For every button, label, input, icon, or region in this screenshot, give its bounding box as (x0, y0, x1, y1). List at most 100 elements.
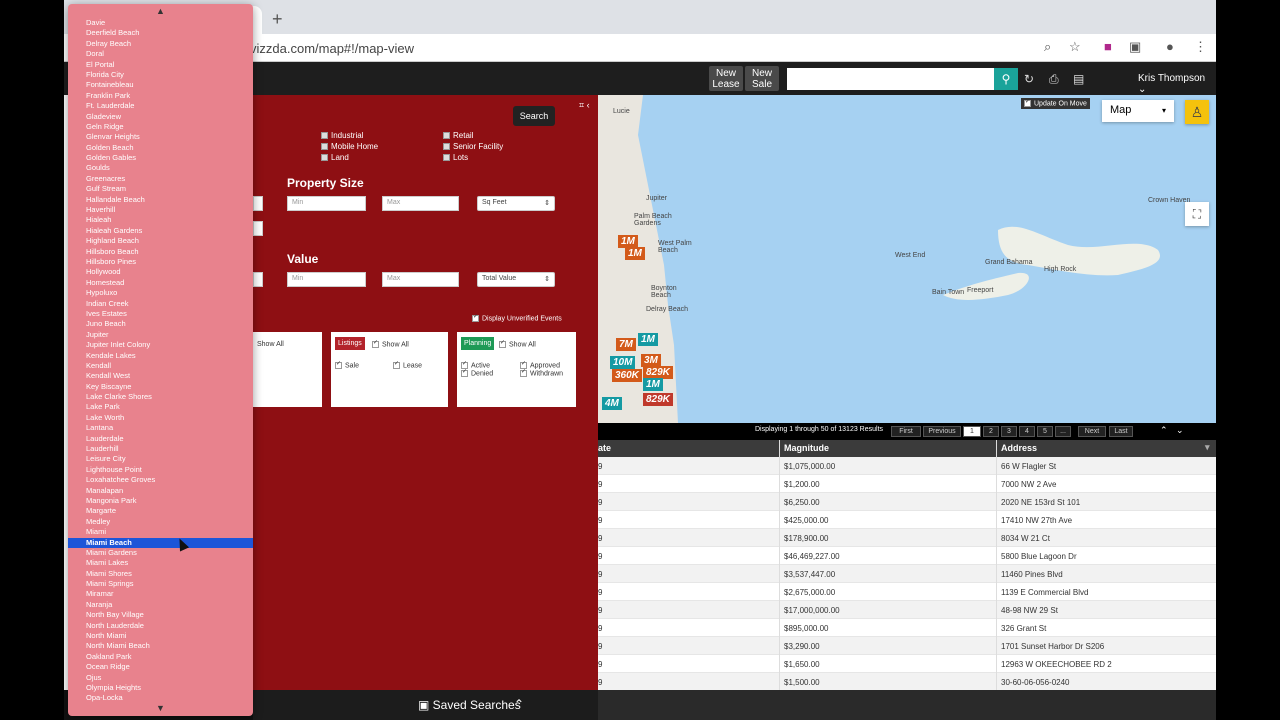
city-option[interactable]: Miami Gardens (68, 548, 253, 558)
city-option[interactable]: Miami Shores (68, 569, 253, 579)
prev-field-stub-2[interactable] (253, 221, 263, 236)
type-retail[interactable]: Retail (443, 131, 473, 140)
city-option[interactable]: Kendall (68, 361, 253, 371)
listings-sale-checkbox[interactable]: Sale (335, 362, 359, 369)
city-option[interactable]: Ojus (68, 673, 253, 683)
city-option[interactable]: Hollywood (68, 267, 253, 277)
map-marker[interactable]: 4M (602, 397, 622, 410)
city-option[interactable]: North Miami Beach (68, 641, 253, 651)
city-option[interactable]: Hypoluxo (68, 288, 253, 298)
city-option[interactable]: Lake Park (68, 402, 253, 412)
planning-withdrawn-checkbox[interactable]: Withdrawn (520, 370, 563, 377)
column-filter-icon[interactable]: ▾ (1205, 442, 1210, 453)
city-option[interactable]: Naranja (68, 600, 253, 610)
print-icon[interactable]: ⎙ (1049, 72, 1059, 87)
city-option[interactable]: Geln Ridge (68, 122, 253, 132)
city-option[interactable]: Indian Creek (68, 299, 253, 309)
map-marker[interactable]: 7M (616, 338, 636, 351)
fullscreen-icon[interactable]: ⛶ (1185, 202, 1209, 226)
city-dropdown-list[interactable]: ▲ Davie Deerfield Beach Delray Beach Doral E… (68, 4, 253, 716)
city-option[interactable]: Lauderdale (68, 434, 253, 444)
type-mobile-home[interactable]: Mobile Home (321, 142, 378, 151)
more-menu-icon[interactable]: ⋮ (1194, 39, 1207, 55)
map-marker[interactable]: 1M (643, 378, 663, 391)
planning-denied-checkbox[interactable]: Denied (461, 370, 493, 377)
page-3[interactable]: 3 (1001, 426, 1017, 437)
table-row[interactable]: 9 $3,537,447.00 11460 Pines Blvd (598, 565, 1216, 583)
extension-icon[interactable]: ■ (1104, 39, 1112, 54)
page-5[interactable]: 5 (1037, 426, 1053, 437)
type-lots[interactable]: Lots (443, 153, 468, 162)
city-option[interactable]: Lake Clarke Shores (68, 392, 253, 402)
city-option[interactable]: El Portal (68, 60, 253, 70)
map-type-select[interactable]: Map ▾ (1102, 100, 1174, 122)
city-option[interactable]: Leisure City (68, 454, 253, 464)
map-marker[interactable]: 10M (610, 356, 636, 369)
page-next[interactable]: Next (1078, 426, 1106, 437)
pocket-icon[interactable]: ▣ (1129, 39, 1141, 55)
map[interactable]: Lucie Jupiter Palm Beach Gardens West Pa… (598, 95, 1216, 423)
search-input[interactable] (787, 68, 995, 90)
page-first[interactable]: First (891, 426, 921, 437)
city-option[interactable]: North Lauderdale (68, 621, 253, 631)
value-type-select[interactable]: Total Value ⇕ (477, 272, 555, 287)
city-option[interactable]: Hillsboro Beach (68, 247, 253, 257)
page-last[interactable]: Last (1109, 426, 1133, 437)
city-option[interactable]: Lighthouse Point (68, 465, 253, 475)
table-row[interactable]: 9 $1,650.00 12963 W OKEECHOBEE RD 2 (598, 655, 1216, 673)
city-option[interactable]: Homestead (68, 278, 253, 288)
url-text[interactable]: vizzda.com/map#!/map-view (250, 41, 414, 56)
city-option[interactable]: Miami (68, 527, 253, 537)
city-option[interactable]: Florida City (68, 70, 253, 80)
table-row[interactable]: 9 $46,469,227.00 5800 Blue Lagoon Dr (598, 547, 1216, 565)
city-option[interactable]: Ives Estates (68, 309, 253, 319)
city-option[interactable]: Jupiter (68, 330, 253, 340)
new-lease-button[interactable]: New Lease (709, 66, 743, 91)
city-option[interactable]: Miami Springs (68, 579, 253, 589)
scroll-down-arrow-icon[interactable]: ▼ (156, 703, 165, 713)
page-previous[interactable]: Previous (923, 426, 961, 437)
city-option[interactable]: Lauderhill (68, 444, 253, 454)
show-all-sales[interactable]: Show All (257, 341, 284, 348)
city-option[interactable]: Greenacres (68, 174, 253, 184)
search-button[interactable]: Search (513, 106, 555, 126)
city-option[interactable]: Kendale Lakes (68, 351, 253, 361)
city-option[interactable]: Hallandale Beach (68, 195, 253, 205)
city-option[interactable]: North Bay Village (68, 610, 253, 620)
city-option[interactable]: Medley (68, 517, 253, 527)
panel-collapse-down-icon[interactable]: ⌄ (1176, 425, 1184, 436)
show-all-listings[interactable]: Show All (372, 341, 409, 348)
value-max-input[interactable]: Max (382, 272, 459, 287)
prev-field-stub-3[interactable] (253, 272, 263, 287)
map-marker[interactable]: 1M (638, 333, 658, 346)
page-2[interactable]: 2 (983, 426, 999, 437)
city-option[interactable]: Gulf Stream (68, 184, 253, 194)
table-row[interactable]: 9 $895,000.00 326 Grant St (598, 619, 1216, 637)
table-row[interactable]: 9 $2,675,000.00 1139 E Commercial Blvd (598, 583, 1216, 601)
new-sale-button[interactable]: New Sale (745, 66, 779, 91)
new-tab-button[interactable]: + (272, 9, 283, 30)
page-ellipsis[interactable]: ... (1055, 426, 1071, 437)
show-all-planning[interactable]: Show All (499, 341, 536, 348)
table-row[interactable]: 9 $3,290.00 1701 Sunset Harbor Dr S206 (598, 637, 1216, 655)
page-4[interactable]: 4 (1019, 426, 1035, 437)
city-option[interactable]: Goulds (68, 163, 253, 173)
display-unverified-checkbox[interactable]: Display Unverified Events (472, 315, 562, 322)
city-option[interactable]: Haverhill (68, 205, 253, 215)
saved-searches-button[interactable]: ▣ Saved Searches (418, 698, 521, 712)
city-option[interactable]: Hialeah (68, 215, 253, 225)
type-land[interactable]: Land (321, 153, 349, 162)
street-view-pegman-icon[interactable]: ♙ (1185, 100, 1209, 124)
column-date[interactable]: ate (598, 443, 611, 453)
city-option[interactable]: North Miami (68, 631, 253, 641)
map-marker[interactable]: 360K (612, 369, 642, 382)
search-icon[interactable]: ⚲ (994, 68, 1018, 90)
update-on-move-toggle[interactable]: Update On Move (1021, 98, 1090, 110)
column-magnitude[interactable]: Magnitude (784, 443, 829, 453)
value-min-input[interactable]: Min (287, 272, 366, 287)
city-option[interactable]: Mangonia Park (68, 496, 253, 506)
city-option[interactable]: Golden Beach (68, 143, 253, 153)
export-icon[interactable]: ▤ (1073, 72, 1084, 86)
city-option[interactable]: Hillsboro Pines (68, 257, 253, 267)
page-1[interactable]: 1 (963, 426, 981, 437)
